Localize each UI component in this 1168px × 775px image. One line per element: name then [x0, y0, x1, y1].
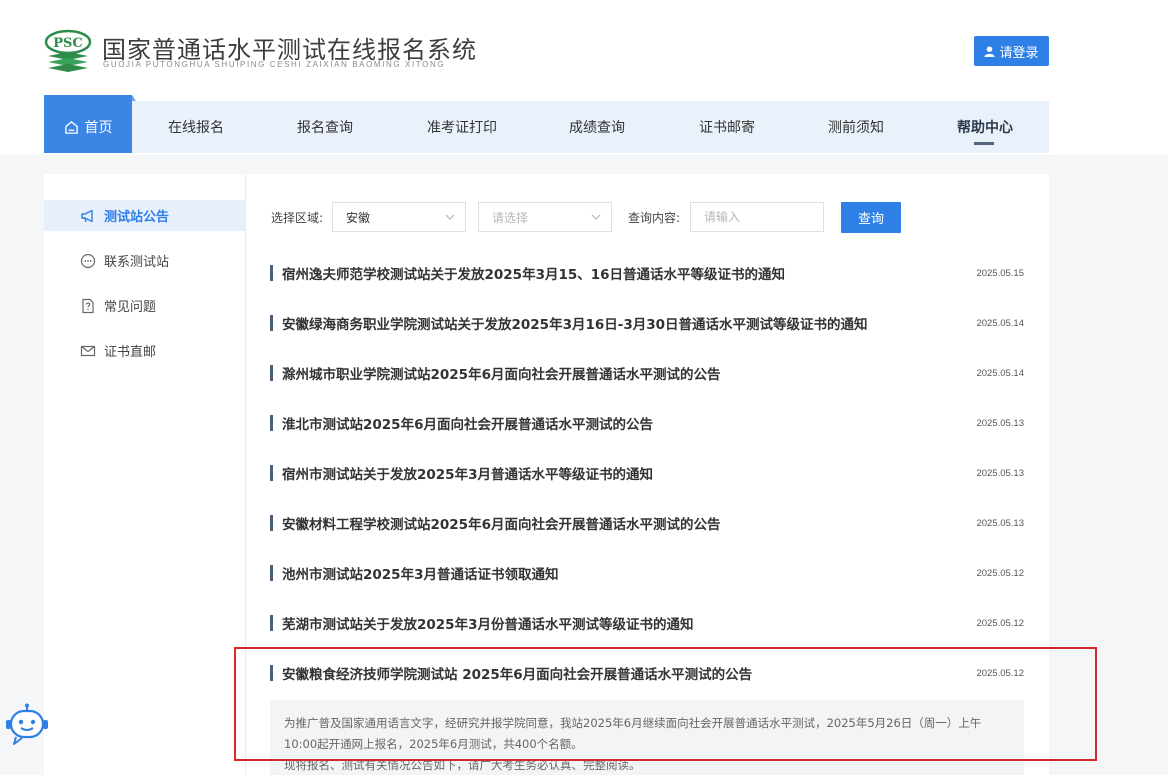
sidebar-item-label: 证书直邮 [104, 345, 157, 360]
site-subtitle: GUOJIA PUTONGHUA SHUIPING CESHI ZAIXIAN … [103, 60, 446, 69]
query-input[interactable] [690, 202, 824, 232]
notice-title: 安徽材料工程学校测试站2025年6月面向社会开展普通话水平测试的公告 [282, 517, 721, 533]
home-icon [64, 120, 78, 134]
user-icon [984, 45, 996, 57]
notice-marker [270, 365, 273, 381]
notice-date: 2025.05.12 [976, 567, 1024, 579]
sidebar-item-faq[interactable]: 常见问题 [44, 290, 245, 321]
notice-date: 2025.05.12 [976, 667, 1024, 679]
notice-item[interactable]: 安徽粮食经济技师学院测试站 2025年6月面向社会开展普通话水平测试的公告 20… [270, 658, 1024, 688]
psc-logo: PSC [44, 29, 92, 72]
notice-summary: 为推广普及国家通用语言文字，经研究并报学院同意，我站2025年6月继续面向社会开… [270, 700, 1024, 775]
region-label: 选择区域: [271, 211, 324, 225]
login-label: 请登录 [999, 45, 1039, 61]
notice-item[interactable]: 滁州城市职业学院测试站2025年6月面向社会开展普通话水平测试的公告 2025.… [270, 358, 1024, 388]
notice-title: 安徽绿海商务职业学院测试站关于发放2025年3月16日-3月30日普通话水平测试… [282, 317, 868, 333]
tab-help-center[interactable]: 帮助中心 [957, 101, 1013, 153]
main-nav: 首页 在线报名 报名查询 准考证打印 成绩查询 证书邮寄 测前须知 帮助中心 [44, 95, 1049, 153]
notice-title: 宿州逸夫师范学校测试站关于发放2025年3月15、16日普通话水平等级证书的通知 [282, 267, 786, 283]
summary-line: 10:00起开通网上报名，2025年6月测试，共400个名额。 [284, 737, 583, 751]
tab-certificate-mailing[interactable]: 证书邮寄 [699, 101, 755, 153]
notice-marker [270, 665, 273, 681]
tab-home[interactable]: 首页 [44, 95, 136, 153]
notice-item[interactable]: 池州市测试站2025年3月普通话证书领取通知 2025.05.12 [270, 558, 1024, 588]
tab-online-registration[interactable]: 在线报名 [168, 101, 224, 153]
notice-marker [270, 465, 273, 481]
sidebar-item-label: 联系测试站 [104, 255, 170, 270]
sidebar: 测试站公告 联系测试站 常见问题 证书直邮 [44, 174, 246, 775]
notice-item[interactable]: 安徽材料工程学校测试站2025年6月面向社会开展普通话水平测试的公告 2025.… [270, 508, 1024, 538]
notice-marker [270, 565, 273, 581]
query-label: 查询内容: [628, 211, 681, 225]
notice-title: 芜湖市测试站关于发放2025年3月份普通话水平测试等级证书的通知 [282, 617, 694, 633]
notice-date: 2025.05.15 [976, 267, 1024, 279]
notice-item[interactable]: 淮北市测试站2025年6月面向社会开展普通话水平测试的公告 2025.05.13 [270, 408, 1024, 438]
notice-title: 安徽粮食经济技师学院测试站 2025年6月面向社会开展普通话水平测试的公告 [282, 667, 753, 683]
notice-title: 池州市测试站2025年3月普通话证书领取通知 [282, 567, 559, 583]
chat-icon [80, 253, 96, 268]
notice-date: 2025.05.13 [976, 467, 1024, 479]
summary-line: 为推广普及国家通用语言文字，经研究并报学院同意，我站2025年6月继续面向社会开… [284, 716, 982, 730]
mail-icon [80, 345, 96, 356]
notice-date: 2025.05.12 [976, 617, 1024, 629]
tab-indicator [974, 142, 994, 145]
notice-marker [270, 515, 273, 531]
notice-marker [270, 615, 273, 631]
svg-text:PSC: PSC [53, 36, 83, 51]
city-placeholder: 请选择 [492, 210, 529, 225]
notice-item[interactable]: 宿州逸夫师范学校测试站关于发放2025年3月15、16日普通话水平等级证书的通知… [270, 258, 1024, 288]
notice-marker [270, 265, 273, 281]
chevron-down-icon [591, 214, 601, 220]
tab-admission-ticket-print[interactable]: 准考证打印 [427, 101, 497, 153]
login-button[interactable]: 请登录 [974, 36, 1049, 66]
sidebar-item-label: 常见问题 [104, 300, 157, 315]
question-doc-icon [82, 298, 94, 313]
sidebar-item-contact-station[interactable]: 联系测试站 [44, 245, 245, 276]
sidebar-item-certificate-mail[interactable]: 证书直邮 [44, 335, 245, 366]
notice-item[interactable]: 宿州市测试站关于发放2025年3月普通话水平等级证书的通知 2025.05.13 [270, 458, 1024, 488]
tab-registration-query[interactable]: 报名查询 [297, 101, 353, 153]
notice-title: 滁州城市职业学院测试站2025年6月面向社会开展普通话水平测试的公告 [282, 367, 721, 383]
notice-marker [270, 415, 273, 431]
summary-line: 现将报名、测试有关情况公告如下，请广大考生务必认真、完整阅读。 [284, 758, 641, 772]
tab-home-label: 首页 [84, 120, 113, 136]
notice-date: 2025.05.13 [976, 417, 1024, 429]
notice-title: 宿州市测试站关于发放2025年3月普通话水平等级证书的通知 [282, 467, 653, 483]
notice-item[interactable]: 芜湖市测试站关于发放2025年3月份普通话水平测试等级证书的通知 2025.05… [270, 608, 1024, 638]
content-panel: 测试站公告 联系测试站 常见问题 证书直邮 选择区域: 安徽 请选择 查询内容:… [44, 174, 1049, 775]
province-value: 安徽 [346, 210, 371, 225]
chatbot-icon[interactable] [4, 703, 50, 747]
notice-title: 淮北市测试站2025年6月面向社会开展普通话水平测试的公告 [282, 417, 653, 433]
province-select[interactable]: 安徽 [332, 202, 466, 232]
query-button[interactable]: 查询 [841, 202, 901, 233]
tab-pretest-notes[interactable]: 测前须知 [828, 101, 884, 153]
sidebar-item-label: 测试站公告 [104, 210, 170, 225]
megaphone-icon [81, 209, 93, 222]
sidebar-item-announcements[interactable]: 测试站公告 [44, 200, 245, 231]
city-select[interactable]: 请选择 [478, 202, 612, 232]
chevron-down-icon [445, 214, 455, 220]
notice-date: 2025.05.14 [976, 317, 1024, 329]
notice-item[interactable]: 安徽绿海商务职业学院测试站关于发放2025年3月16日-3月30日普通话水平测试… [270, 308, 1024, 338]
notice-date: 2025.05.13 [976, 517, 1024, 529]
notice-marker [270, 315, 273, 331]
tab-score-query[interactable]: 成绩查询 [569, 101, 625, 153]
notice-date: 2025.05.14 [976, 367, 1024, 379]
